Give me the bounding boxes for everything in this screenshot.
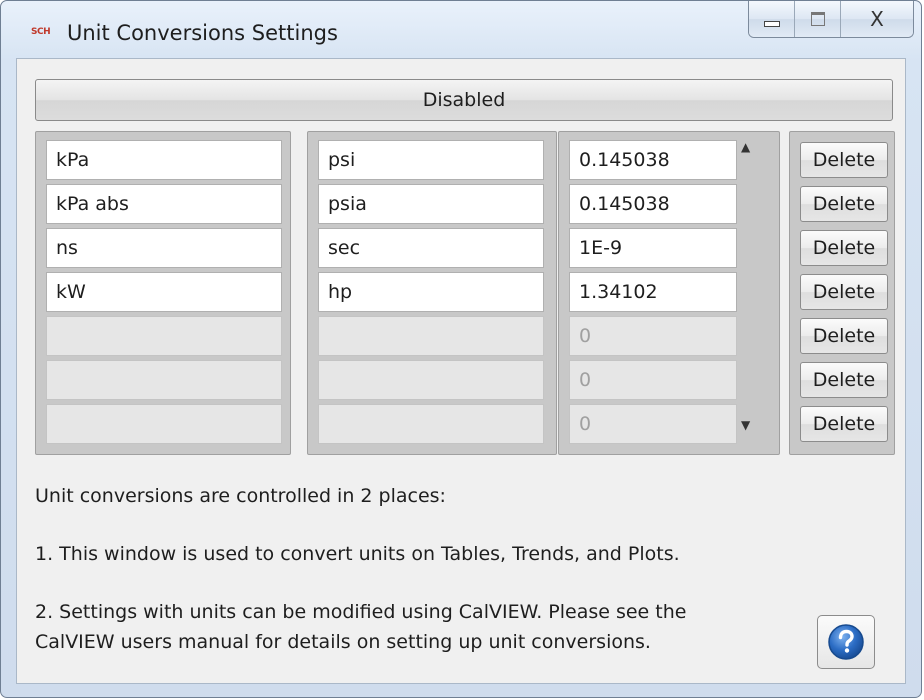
maximize-icon (810, 12, 825, 26)
from-unit-field[interactable] (46, 360, 282, 400)
help-button[interactable] (817, 615, 875, 669)
info-text-calview-1: 2. Settings with units can be modified u… (35, 601, 687, 623)
factor-field[interactable]: 1E-9 (569, 228, 737, 268)
close-icon: X (870, 7, 884, 31)
client-area: Disabled kPa kPa abs ns kW psi psia sec … (16, 58, 906, 684)
to-unit-field[interactable]: psia (318, 184, 544, 224)
close-button[interactable]: X (841, 1, 913, 37)
delete-row-button[interactable]: Delete (800, 318, 888, 354)
factor-field[interactable]: 0 (569, 360, 737, 400)
info-text-tables: 1. This window is used to convert units … (35, 543, 680, 565)
factor-field[interactable]: 0 (569, 316, 737, 356)
to-unit-field[interactable]: hp (318, 272, 544, 312)
from-unit-field[interactable] (46, 316, 282, 356)
delete-column: Delete Delete Delete Delete Delete Delet… (789, 131, 895, 455)
to-unit-field[interactable] (318, 404, 544, 444)
info-text-heading: Unit conversions are controlled in 2 pla… (35, 485, 446, 507)
factor-field[interactable]: 1.34102 (569, 272, 737, 312)
from-unit-field[interactable]: kPa (46, 140, 282, 180)
factor-field[interactable]: 0 (569, 404, 737, 444)
from-unit-field[interactable]: kPa abs (46, 184, 282, 224)
delete-row-button[interactable]: Delete (800, 142, 888, 178)
from-unit-field[interactable]: kW (46, 272, 282, 312)
to-unit-field[interactable]: psi (318, 140, 544, 180)
unit-conversions-window: SCH Unit Conversions Settings X Disabled… (0, 0, 922, 698)
enable-toggle-button[interactable]: Disabled (35, 79, 893, 121)
factor-field[interactable]: 0.145038 (569, 184, 737, 224)
to-unit-field[interactable]: sec (318, 228, 544, 268)
from-unit-field[interactable]: ns (46, 228, 282, 268)
scroll-down-arrow-icon[interactable]: ▼ (741, 418, 750, 432)
factor-field[interactable]: 0.145038 (569, 140, 737, 180)
from-unit-field[interactable] (46, 404, 282, 444)
delete-row-button[interactable]: Delete (800, 186, 888, 222)
to-unit-field[interactable] (318, 316, 544, 356)
minimize-icon (763, 21, 780, 27)
info-text-calview-2: CalVIEW users manual for details on sett… (35, 631, 651, 653)
title-bar[interactable]: SCH Unit Conversions Settings X (1, 1, 921, 57)
delete-row-button[interactable]: Delete (800, 230, 888, 266)
to-unit-field[interactable] (318, 360, 544, 400)
delete-row-button[interactable]: Delete (800, 362, 888, 398)
window-title: Unit Conversions Settings (67, 21, 338, 45)
scroll-up-arrow-icon[interactable]: ▲ (741, 140, 750, 154)
maximize-button[interactable] (795, 1, 841, 37)
app-logo-icon: SCH (31, 27, 51, 37)
delete-row-button[interactable]: Delete (800, 406, 888, 442)
from-unit-column: kPa kPa abs ns kW (35, 131, 291, 455)
delete-row-button[interactable]: Delete (800, 274, 888, 310)
to-unit-column: psi psia sec hp (307, 131, 557, 455)
help-icon (828, 624, 864, 660)
factor-column: 0.145038 0.145038 1E-9 1.34102 0 0 0 ▲ ▼ (558, 131, 780, 455)
minimize-button[interactable] (749, 1, 795, 37)
window-controls: X (748, 1, 914, 38)
